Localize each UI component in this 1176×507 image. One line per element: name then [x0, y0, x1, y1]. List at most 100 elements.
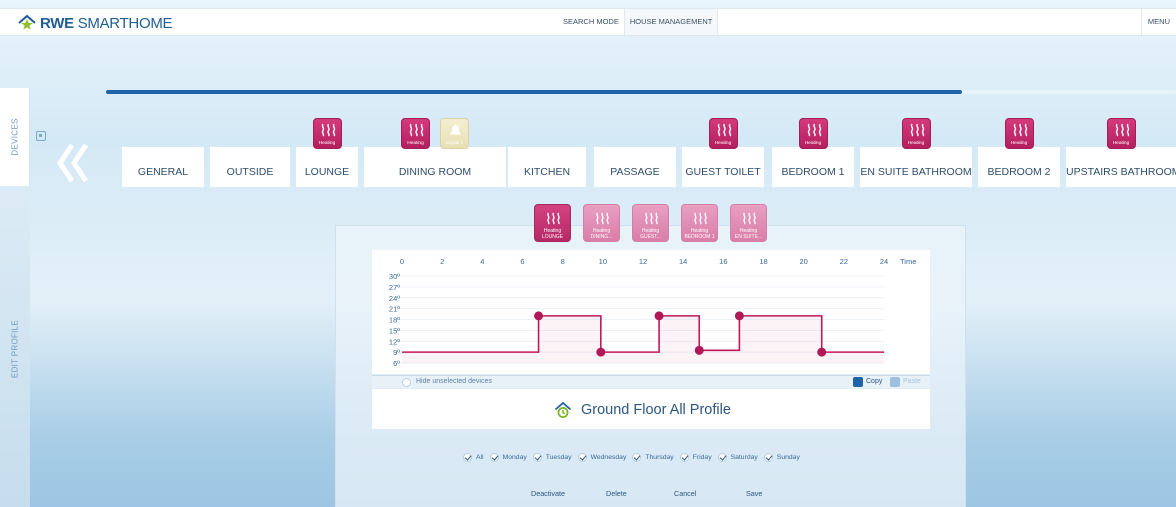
room-tab[interactable]: KITCHEN	[508, 147, 586, 187]
heating-device-icon[interactable]: Heating	[1106, 118, 1136, 149]
copy-button[interactable]: Copy	[866, 378, 882, 385]
nav-search-mode[interactable]: SEARCH MODE	[558, 9, 624, 35]
copy-icon[interactable]	[853, 377, 863, 387]
y-tick-label: 21º	[389, 305, 400, 314]
y-tick-label: 12º	[389, 337, 400, 346]
day-checkbox[interactable]: Sunday	[763, 453, 800, 462]
room-scroll-fill	[106, 90, 962, 94]
day-checkbox[interactable]: Monday	[489, 453, 527, 462]
room-tab[interactable]: BEDROOM 2	[978, 147, 1060, 187]
room-tab[interactable]: EN SUITE BATHROOM	[860, 147, 972, 187]
x-tick-label: 2	[440, 257, 444, 266]
device-view-icon[interactable]	[36, 131, 46, 141]
nav-house-management[interactable]: HOUSE MANAGEMENT	[623, 9, 719, 35]
room-tab[interactable]: PASSAGE	[594, 147, 676, 187]
room-tab[interactable]: UPSTAIRS BATHROOM	[1066, 147, 1176, 187]
heating-device-icon[interactable]: Heating	[798, 118, 828, 149]
heating-device-icon[interactable]: Heating	[708, 118, 738, 149]
device-label: Signal 1	[445, 141, 464, 146]
house-logo-icon	[18, 14, 36, 30]
room-tab[interactable]: DINING ROOM	[364, 147, 506, 187]
checkmark-icon[interactable]	[577, 453, 587, 462]
house-profile-icon	[554, 401, 572, 418]
selected-device-icon[interactable]: Heating DINING...	[583, 204, 620, 242]
room-tab[interactable]: GUEST TOILET	[682, 147, 764, 187]
x-tick-label: 20	[799, 257, 807, 266]
selected-device-icon[interactable]: Heating LOUNGE	[534, 204, 571, 242]
tab-edit-profile[interactable]: EDIT PROFILE	[0, 190, 30, 507]
day-label: Saturday	[730, 454, 758, 461]
day-label: Wednesday	[590, 454, 627, 461]
day-checkbox[interactable]: Thursday	[632, 453, 674, 462]
temperature-schedule-chart[interactable]: 30º27º24º21º18º15º12º9º6º0 2 4 6 8 10 12 14 16 18…	[372, 248, 930, 374]
day-checkbox[interactable]: All	[463, 453, 484, 462]
selected-device-room: LOUNGE	[541, 234, 564, 240]
signal-device-icon[interactable]: Signal 1	[440, 118, 469, 149]
schedule-point[interactable]	[534, 311, 544, 321]
heating-device-icon[interactable]: Heating	[1004, 118, 1034, 149]
day-checkbox[interactable]: Saturday	[717, 453, 758, 462]
app-logo[interactable]: RWE SMARTHOME	[18, 13, 173, 33]
delete-button[interactable]: Delete	[606, 489, 627, 498]
x-tick-label: 16	[719, 257, 727, 266]
day-label: Monday	[502, 454, 527, 461]
hide-unselected-label: Hide unselected devices	[416, 378, 492, 385]
selected-device-icon[interactable]: Heating EN SUITE...	[730, 204, 767, 242]
checkmark-icon[interactable]	[763, 453, 773, 462]
day-checkbox[interactable]: Tuesday	[532, 453, 572, 462]
x-tick-label: 12	[639, 257, 647, 266]
heating-device-icon[interactable]: Heating	[312, 118, 342, 149]
checkmark-icon[interactable]	[532, 453, 542, 462]
y-tick-label: 9º	[393, 348, 400, 357]
x-tick-label: 4	[480, 257, 484, 266]
checkmark-icon[interactable]	[717, 453, 727, 462]
top-navigation: SEARCH MODE HOUSE MANAGEMENT	[558, 9, 719, 35]
room-tab[interactable]: BEDROOM 1	[772, 147, 854, 187]
room-tab[interactable]: OUTSIDE	[210, 147, 290, 187]
device-label: Heating	[407, 141, 424, 146]
x-unit-label: Time	[900, 257, 916, 266]
schedule-point[interactable]	[734, 311, 744, 321]
selected-device-room: GUEST...	[640, 234, 661, 240]
y-tick-label: 30º	[389, 272, 400, 281]
double-chevron-left-icon[interactable]	[56, 142, 90, 184]
device-label: Heating	[318, 141, 336, 146]
selected-device-icon[interactable]: Heating GUEST...	[632, 204, 669, 242]
room-scroll-track[interactable]	[106, 90, 1176, 94]
save-button[interactable]: Save	[746, 489, 762, 498]
device-label: Heating	[714, 141, 732, 146]
x-tick-label: 22	[840, 257, 848, 266]
day-checkbox[interactable]: Wednesday	[577, 453, 627, 462]
schedule-point[interactable]	[654, 311, 664, 321]
y-tick-label: 18º	[389, 316, 400, 325]
hide-unselected-toggle[interactable]	[402, 378, 411, 387]
selected-device-icon[interactable]: Heating BEDROOM 1	[681, 204, 718, 242]
checkmark-icon[interactable]	[632, 453, 642, 462]
day-label: Sunday	[776, 454, 800, 461]
heating-device-icon[interactable]: Heating	[401, 118, 430, 149]
schedule-point[interactable]	[596, 347, 606, 357]
schedule-point[interactable]	[694, 345, 704, 355]
y-tick-label: 24º	[389, 294, 400, 303]
tab-devices-label: DEVICES	[10, 118, 19, 156]
schedule-point[interactable]	[817, 347, 827, 357]
room-tab[interactable]: LOUNGE	[296, 147, 358, 187]
heating-device-icon[interactable]: Heating	[901, 118, 931, 149]
day-label: Tuesday	[545, 454, 572, 461]
menu-button[interactable]: MENU	[1140, 9, 1176, 35]
x-tick-label: 10	[599, 257, 607, 266]
app-title: RWE SMARTHOME	[40, 14, 173, 32]
series-area	[402, 315, 884, 363]
tab-edit-profile-label: EDIT PROFILE	[10, 319, 20, 378]
paste-button: Paste	[903, 378, 921, 385]
day-checkbox[interactable]: Friday	[679, 453, 712, 462]
checkmark-icon[interactable]	[463, 453, 472, 462]
tab-devices[interactable]: DEVICES	[0, 88, 30, 186]
checkmark-icon[interactable]	[489, 453, 499, 462]
y-tick-label: 15º	[389, 326, 400, 335]
deactivate-button[interactable]: Deactivate	[531, 489, 565, 498]
cancel-button[interactable]: Cancel	[674, 489, 696, 498]
checkmark-icon[interactable]	[679, 453, 689, 462]
room-tab[interactable]: GENERAL	[122, 147, 204, 187]
device-label: Heating	[804, 141, 822, 146]
